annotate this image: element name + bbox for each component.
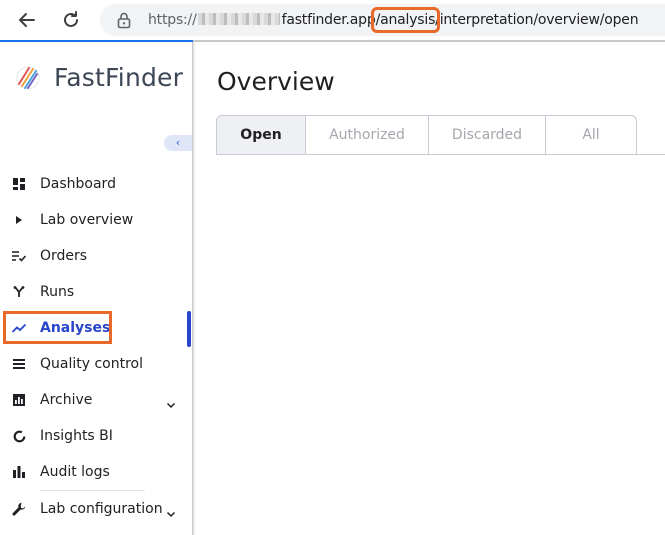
tab-all[interactable]: All	[545, 115, 637, 155]
tabs-baseline	[630, 154, 665, 155]
collapse-sidebar-button[interactable]: ‹	[164, 135, 192, 151]
url-path: /interpretation/overview/open	[435, 12, 639, 28]
chevron-down-icon[interactable]	[166, 504, 176, 518]
play-icon	[12, 213, 26, 227]
sidebar-item-insights-bi[interactable]: Insights BI	[0, 418, 192, 454]
bar-chart-icon	[12, 393, 26, 407]
brand-name: FastFinder	[54, 63, 184, 92]
redacted-subdomain	[197, 13, 280, 25]
reload-icon[interactable]	[57, 6, 85, 34]
wrench-icon	[12, 502, 26, 516]
fastfinder-logo-icon	[14, 64, 42, 92]
sidebar-item-orders[interactable]: Orders	[0, 238, 192, 274]
sidebar: FastFinder ‹ Dashboard Lab overview Orde…	[0, 42, 192, 535]
page-title: Overview	[217, 67, 335, 96]
analyses-highlight-annotation	[3, 311, 112, 344]
sidebar-item-label: Runs	[40, 284, 75, 300]
url-host: fastfinder.app	[281, 12, 376, 28]
status-tabs: Open Authorized Discarded All	[216, 115, 637, 155]
url-text[interactable]: https:// fastfinder.app/analysis/interpre…	[148, 7, 639, 33]
donut-icon	[12, 429, 26, 443]
browser-toolbar: https:// fastfinder.app/analysis/interpre…	[0, 0, 665, 40]
active-item-indicator	[187, 311, 191, 347]
sidebar-item-archive[interactable]: Archive	[0, 382, 192, 418]
sidebar-item-label: Quality control	[40, 356, 144, 372]
sidebar-item-label: Orders	[40, 248, 88, 264]
back-arrow-icon[interactable]	[13, 6, 41, 34]
tab-discarded[interactable]: Discarded	[428, 115, 546, 155]
lines-icon	[12, 357, 26, 371]
lock-icon[interactable]	[116, 11, 132, 29]
sidebar-item-label: Archive	[40, 392, 93, 408]
sidebar-item-dashboard[interactable]: Dashboard	[0, 166, 192, 202]
url-scheme: https://	[148, 12, 197, 28]
sidebar-item-label: Lab configuration	[40, 501, 163, 517]
sidebar-item-label: Dashboard	[40, 176, 116, 192]
sidebar-item-quality-control[interactable]: Quality control	[0, 346, 192, 382]
sidebar-edge	[192, 42, 196, 535]
tab-open[interactable]: Open	[216, 115, 306, 155]
bar-chart-icon	[12, 465, 26, 479]
fork-icon	[12, 285, 26, 299]
sidebar-item-label: Audit logs	[40, 464, 110, 480]
tab-authorized[interactable]: Authorized	[305, 115, 429, 155]
dashboard-icon	[12, 177, 26, 191]
url-highlighted-segment: /analysis	[370, 7, 441, 33]
sidebar-item-runs[interactable]: Runs	[0, 274, 192, 310]
chevron-down-icon[interactable]	[166, 395, 176, 409]
sidebar-item-lab-configuration[interactable]: Lab configuration	[0, 491, 192, 527]
sidebar-item-lab-overview[interactable]: Lab overview	[0, 202, 192, 238]
sidebar-item-audit-logs[interactable]: Audit logs	[0, 454, 192, 490]
sidebar-item-label: Insights BI	[40, 428, 113, 444]
sidebar-item-label: Lab overview	[40, 212, 134, 228]
list-check-icon	[12, 249, 26, 263]
